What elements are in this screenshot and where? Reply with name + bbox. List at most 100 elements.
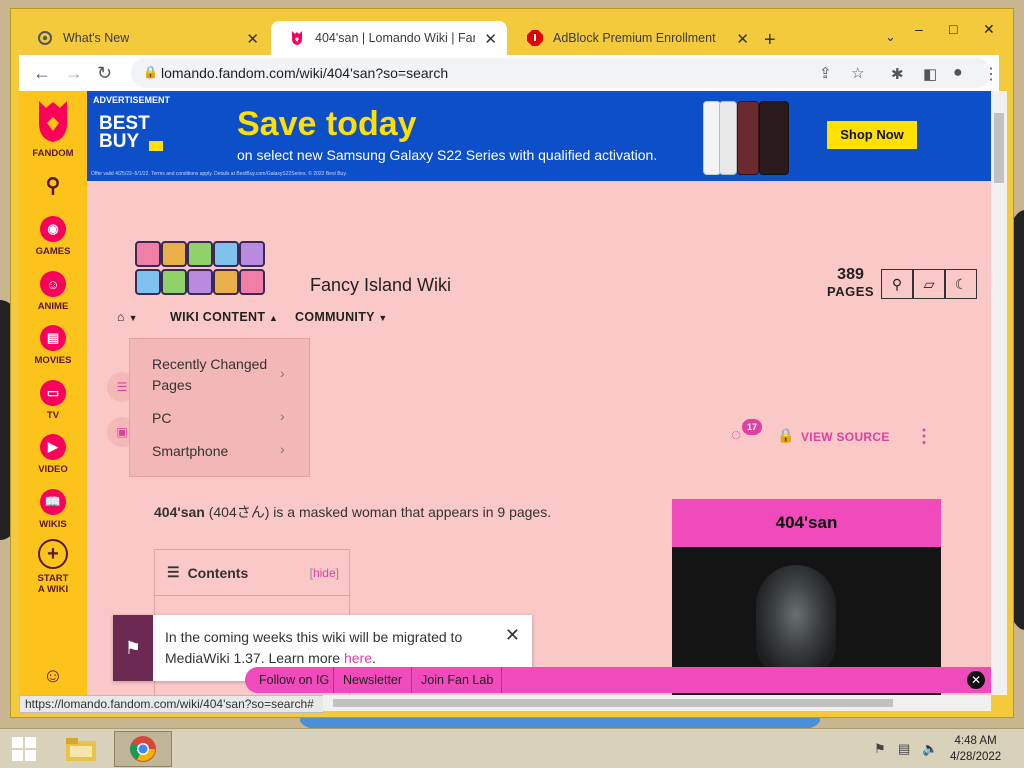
rail-tv[interactable]: ▭ TV <box>19 380 87 421</box>
wiki-logo[interactable] <box>135 241 275 299</box>
tab-strip: What's New ✕ 404'san | Lomando Wiki | Fa… <box>19 17 999 55</box>
book-icon: 📖 <box>40 489 66 515</box>
comments-icon[interactable]: ◌ <box>731 425 741 445</box>
bookmark-star-icon[interactable]: ☆ <box>851 64 864 82</box>
explore-icon: ⌂ <box>117 310 125 324</box>
follow-ig-link[interactable]: Follow on IG <box>259 673 329 687</box>
moon-icon: ☾ <box>954 275 968 292</box>
rail-start-wiki[interactable]: + START A WIKI <box>19 539 87 595</box>
bestbuy-tag-icon <box>149 141 163 151</box>
rail-video[interactable]: ▶ VIDEO <box>19 434 87 475</box>
wiki-search-button[interactable]: ⚲ <box>881 269 913 299</box>
new-tab-button[interactable]: + <box>764 29 776 52</box>
lock-icon: 🔒 <box>143 65 158 79</box>
vertical-scrollbar[interactable] <box>991 91 1007 695</box>
profile-avatar-icon[interactable]: ● <box>953 64 963 82</box>
chevron-down-icon: ▼ <box>128 313 138 323</box>
logo-tile <box>161 241 187 267</box>
shop-now-button[interactable]: Shop Now <box>827 121 917 149</box>
fandom-rail: FANDOM ⚲ ◉ GAMES ☺ ANIME ▤ MOVIES ▭ TV ▶… <box>19 91 87 695</box>
rail-anime[interactable]: ☺ ANIME <box>19 271 87 312</box>
back-arrow-icon[interactable]: ← <box>33 63 51 84</box>
scrollbar-thumb[interactable] <box>994 113 1004 183</box>
close-tab-icon[interactable]: ✕ <box>484 30 497 48</box>
nav-label: COMMUNITY <box>295 310 375 324</box>
action-center-flag-icon[interactable]: ⚑ <box>874 741 886 757</box>
scrollbar-thumb[interactable] <box>333 699 893 707</box>
chrome-icon <box>37 30 53 46</box>
extensions-puzzle-icon[interactable]: ✱ <box>891 65 904 83</box>
lock-icon: ▣ <box>116 425 128 439</box>
fandom-logo[interactable]: FANDOM <box>19 99 87 159</box>
logo-tile <box>161 269 187 295</box>
rail-movies[interactable]: ▤ MOVIES <box>19 325 87 366</box>
rail-label: START A WIKI <box>37 573 69 595</box>
theme-toggle-button[interactable]: ☾ <box>945 269 977 299</box>
nav-community[interactable]: COMMUNITY ▼ <box>295 310 388 324</box>
volume-muted-icon[interactable]: 🔈 <box>922 741 938 757</box>
close-window-button[interactable]: ✕ <box>983 21 995 38</box>
discussions-button[interactable]: ▱ <box>913 269 945 299</box>
reload-icon[interactable]: ↻ <box>97 63 112 84</box>
address-bar[interactable]: 🔒 lomando.fandom.com/wiki/404'san?so=sea… <box>131 58 991 88</box>
pages-count: 389 <box>837 266 864 283</box>
logo-tile <box>187 269 213 295</box>
clock-time: 4:48 AM <box>954 735 997 747</box>
plus-circle-icon: + <box>38 539 68 569</box>
chrome-taskbar-button[interactable] <box>114 731 172 767</box>
more-options-icon[interactable]: ⋮ <box>915 426 933 447</box>
start-button[interactable] <box>8 731 40 767</box>
tab-404san[interactable]: 404'san | Lomando Wiki | Fandom ✕ <box>271 21 507 55</box>
dropdown-item-label: PC <box>152 410 172 426</box>
close-icon[interactable]: ✕ <box>967 671 985 689</box>
forward-arrow-icon[interactable]: → <box>65 63 83 84</box>
ad-subline: on select new Samsung Galaxy S22 Series … <box>237 147 658 163</box>
list-icon: ☰ <box>116 380 128 394</box>
explore-menu[interactable]: ⌂ ▼ <box>117 310 138 324</box>
fandom-icon <box>289 30 305 46</box>
minimize-button[interactable]: – <box>915 21 923 37</box>
advertisement-banner[interactable]: ADVERTISEMENT BEST BUY Save today on sel… <box>87 91 991 181</box>
discussions-icon: ▱ <box>923 275 935 292</box>
wiki-content-dropdown: Recently Changed Pages › PC › Smartphone… <box>129 338 310 477</box>
notice-link[interactable]: here <box>344 650 372 666</box>
rail-label: GAMES <box>35 246 71 257</box>
horizontal-scrollbar[interactable] <box>323 695 991 711</box>
notice-text: In the coming weeks this wiki will be mi… <box>165 627 485 669</box>
tab-adblock[interactable]: AdBlock Premium Enrollment ✕ <box>509 21 759 55</box>
view-source-link[interactable]: VIEW SOURCE <box>801 430 890 444</box>
rail-search[interactable]: ⚲ <box>19 173 87 198</box>
newsletter-link[interactable]: Newsletter <box>343 673 402 687</box>
logo-tile <box>135 241 161 267</box>
rail-account[interactable]: ☺ <box>19 665 87 688</box>
system-clock[interactable]: 4:48 AM 4/28/2022 <box>950 733 1001 765</box>
fandom-heart-icon <box>39 101 67 142</box>
network-icon[interactable]: ▤ <box>898 741 910 757</box>
chevron-right-icon: › <box>280 365 285 381</box>
nav-wiki-content[interactable]: WIKI CONTENT ▲ <box>170 310 278 324</box>
close-tab-icon[interactable]: ✕ <box>246 30 259 48</box>
file-explorer-button[interactable] <box>60 731 102 767</box>
close-tab-icon[interactable]: ✕ <box>736 30 749 48</box>
rail-wikis[interactable]: 📖 WIKIS <box>19 489 87 530</box>
chevron-up-icon: ▲ <box>269 313 279 323</box>
browser-menu-icon[interactable]: ⋮ <box>983 64 999 84</box>
tab-title: AdBlock Premium Enrollment <box>553 31 716 45</box>
chevron-right-icon: › <box>280 408 285 424</box>
share-icon[interactable]: ⇪ <box>819 64 832 82</box>
tab-search-button[interactable]: ⌄ <box>885 29 896 45</box>
close-icon[interactable]: ✕ <box>505 625 520 646</box>
search-icon: ⚲ <box>891 275 903 292</box>
phone-image <box>737 101 759 175</box>
side-panel-icon[interactable]: ◧ <box>923 65 937 83</box>
fandom-brand: FANDOM <box>32 148 74 159</box>
maximize-button[interactable]: □ <box>949 21 957 37</box>
tab-whats-new[interactable]: What's New ✕ <box>19 21 269 55</box>
toc-hide-toggle[interactable]: [hide] <box>310 566 339 580</box>
rail-games[interactable]: ◉ GAMES <box>19 216 87 257</box>
clapperboard-icon: ▤ <box>40 325 66 351</box>
join-fan-lab-link[interactable]: Join Fan Lab <box>421 673 493 687</box>
notice-end: . <box>372 650 376 666</box>
wiki-title[interactable]: Fancy Island Wiki <box>310 275 451 296</box>
logo-tile <box>213 269 239 295</box>
